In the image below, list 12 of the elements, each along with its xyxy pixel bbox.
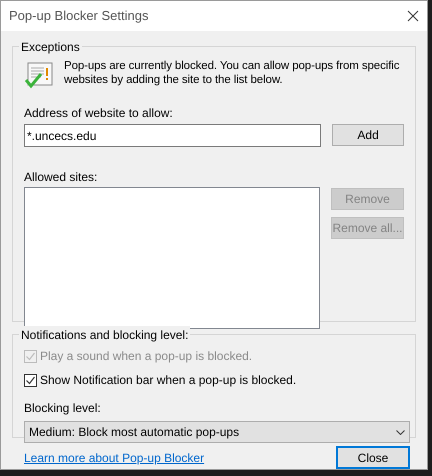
address-field[interactable]: *.uncecs.edu xyxy=(24,124,322,147)
window-title: Pop-up Blocker Settings xyxy=(9,7,148,26)
learn-more-link[interactable]: Learn more about Pop-up Blocker xyxy=(24,448,204,466)
field-label: Blocking level: xyxy=(24,400,101,417)
field-label: Address of website to allow: xyxy=(24,105,173,122)
group-legend: Notifications and blocking level: xyxy=(19,326,190,344)
field-label: Allowed sites: xyxy=(24,169,98,186)
info-message: Pop-ups are currently blocked. You can allow pop-ups from specific websites by adding the site to the list below. xyxy=(64,59,400,88)
add-button[interactable]: Add xyxy=(332,124,404,146)
close-button[interactable]: Close xyxy=(336,446,410,469)
checkbox-label[interactable]: Show Notification bar when a pop-up is blocked. xyxy=(40,371,296,389)
blocking-level-dropdown[interactable]: Medium: Block most automatic pop-ups xyxy=(24,421,410,443)
